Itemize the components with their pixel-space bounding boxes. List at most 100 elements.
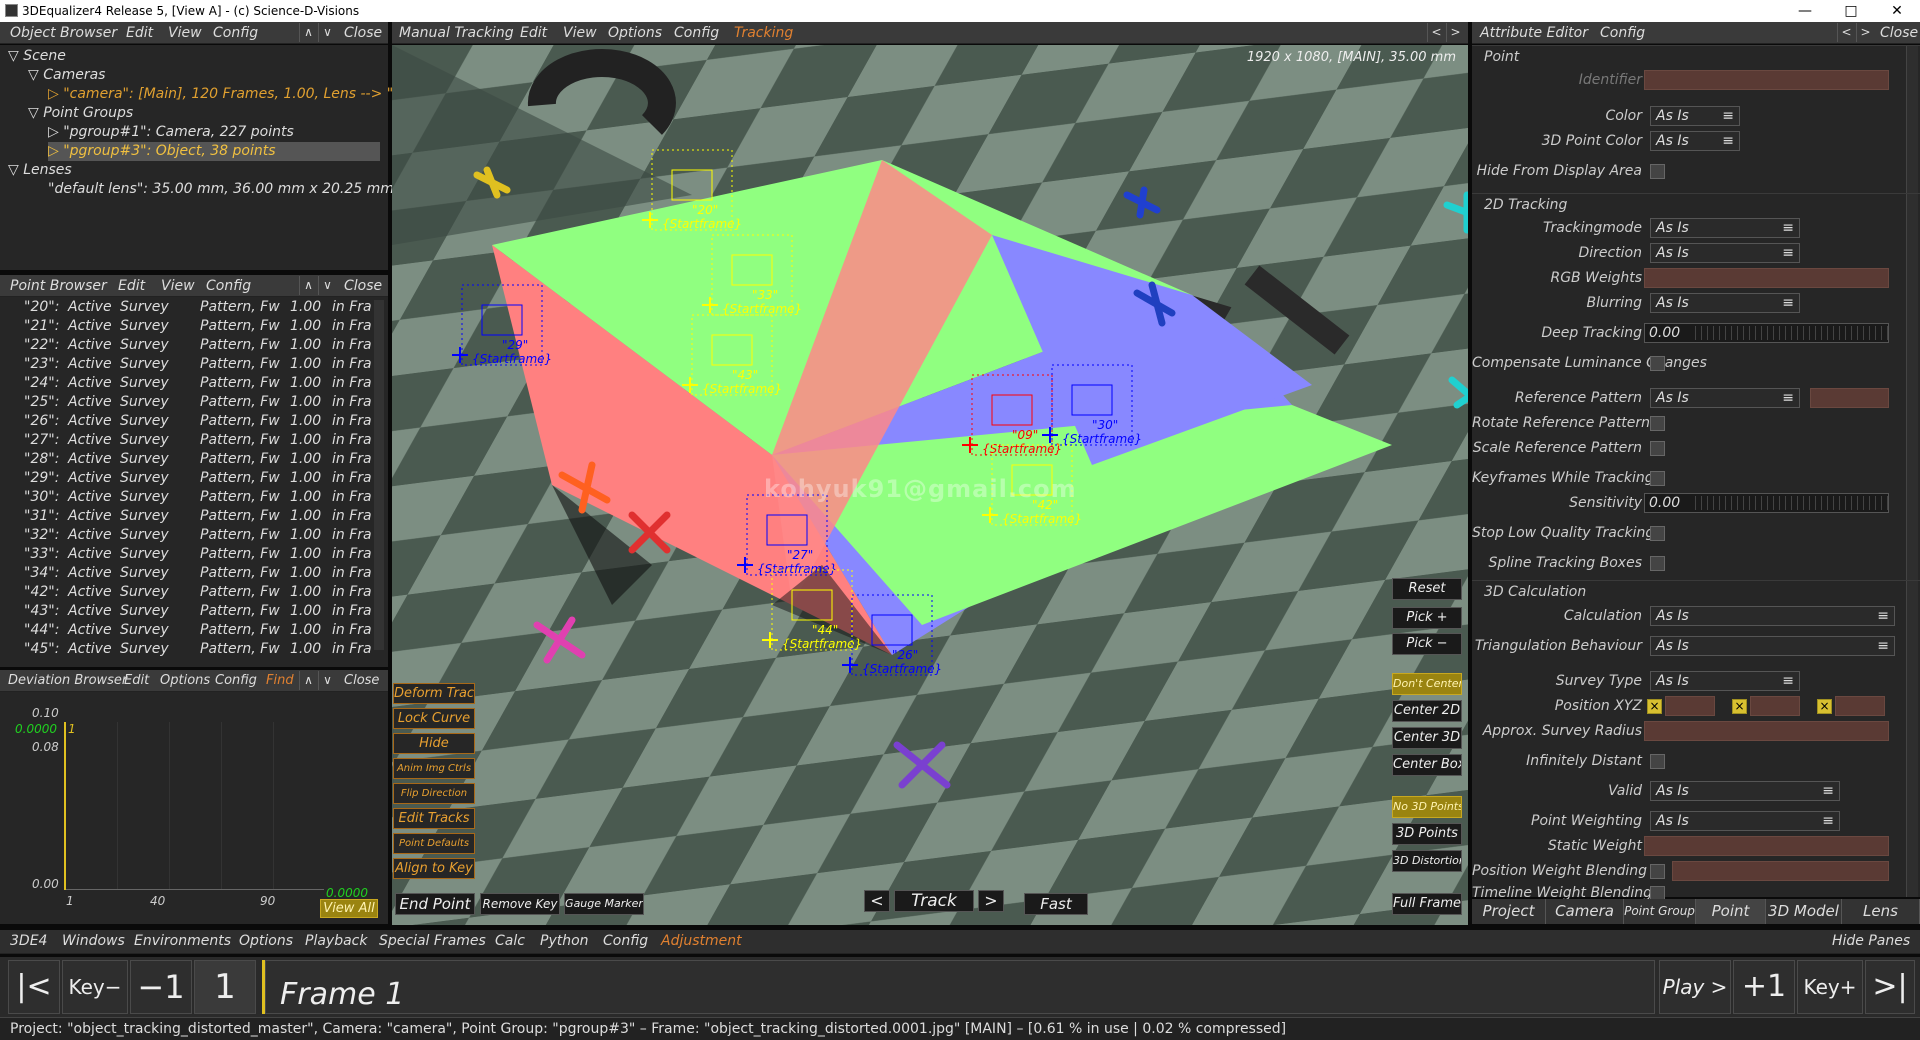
triangulation-dropdown[interactable]: As Is ≡ xyxy=(1650,636,1895,656)
tool-button-edit-tracks[interactable]: Edit Tracks xyxy=(393,808,475,829)
main-menu-playback[interactable]: Playback xyxy=(305,933,367,949)
minimize-button[interactable]: — xyxy=(1782,0,1828,22)
main-menu-options[interactable]: Options xyxy=(239,933,293,949)
ae-close-button[interactable]: Close xyxy=(1880,25,1918,41)
plus-one-button[interactable]: +1 xyxy=(1733,960,1795,1014)
track-button[interactable]: Track xyxy=(894,890,974,912)
position-xyz-lock-0[interactable]: × xyxy=(1647,699,1662,714)
identifier-field[interactable] xyxy=(1644,70,1889,90)
position-weight-blending-checkbox[interactable] xyxy=(1650,864,1665,879)
hide-from-display-checkbox[interactable] xyxy=(1650,164,1665,179)
chevron-up-icon[interactable]: ∧ xyxy=(299,671,317,690)
mt-tracking-menu[interactable]: Tracking xyxy=(734,25,793,41)
reset-button[interactable]: Reset xyxy=(1392,578,1462,600)
mt-edit-menu[interactable]: Edit xyxy=(520,25,547,41)
reference-pattern-swatch[interactable] xyxy=(1810,388,1889,408)
center-3d-button[interactable]: Center 3D xyxy=(1392,727,1462,749)
point-browser-config-menu[interactable]: Config xyxy=(206,278,251,294)
point-browser-edit-menu[interactable]: Edit xyxy=(118,278,145,294)
rotate-reference-checkbox[interactable] xyxy=(1650,416,1665,431)
point-row[interactable]: "24": Active Survey Pattern, Fw 1.00 in Fra xyxy=(0,374,380,393)
keyframes-checkbox[interactable] xyxy=(1650,471,1665,486)
main-menu-python[interactable]: Python xyxy=(540,933,589,949)
point-row[interactable]: "21": Active Survey Pattern, Fw 1.00 in Fra xyxy=(0,317,380,336)
point-row[interactable]: "33": Active Survey Pattern, Fw 1.00 in Fra xyxy=(0,545,380,564)
track-forward-button[interactable]: > xyxy=(978,890,1004,912)
point-row[interactable]: "26": Active Survey Pattern, Fw 1.00 in Fra xyxy=(0,412,380,431)
point-browser-view-menu[interactable]: View xyxy=(161,278,195,294)
deep-tracking-slider[interactable]: 0.00 xyxy=(1644,323,1889,343)
chevron-left-icon[interactable]: < xyxy=(1427,23,1445,42)
point-row[interactable]: "45": Active Survey Pattern, Fw 1.00 in Fra xyxy=(0,640,380,659)
main-menu-calc[interactable]: Calc xyxy=(495,933,525,949)
object-browser-edit-menu[interactable]: Edit xyxy=(126,25,153,41)
point-browser-scrollbar[interactable] xyxy=(374,300,384,650)
main-menu-special-frames[interactable]: Special Frames xyxy=(379,933,486,949)
track-marker[interactable]: "20"{Startframe} xyxy=(642,149,742,231)
tree-node[interactable]: ▽ Point Groups xyxy=(28,104,133,123)
tree-node[interactable]: "default lens": 35.00 mm, 36.00 mm x 20.… xyxy=(48,180,429,199)
track-marker[interactable]: "30"{Startframe} xyxy=(1042,364,1142,446)
point-row[interactable]: "29": Active Survey Pattern, Fw 1.00 in Fra xyxy=(0,469,380,488)
tree-node[interactable]: ▽ Lenses xyxy=(8,161,72,180)
minus-one-button[interactable]: −1 xyxy=(130,960,192,1014)
track-marker[interactable]: "44"{Startframe} xyxy=(762,569,862,651)
position-weight-field[interactable] xyxy=(1672,861,1889,881)
main-menu-config[interactable]: Config xyxy=(603,933,648,949)
main-menu-3de4[interactable]: 3DE4 xyxy=(10,933,47,949)
tree-node[interactable]: ▷ "camera": [Main], 120 Frames, 1.00, Le… xyxy=(48,85,424,104)
3d-point-color-dropdown[interactable]: As Is ≡ xyxy=(1650,131,1740,151)
direction-dropdown[interactable]: As Is ≡ xyxy=(1650,243,1800,263)
mt-view-menu[interactable]: View xyxy=(563,25,597,41)
center-2d-button[interactable]: Center 2D xyxy=(1392,700,1462,722)
chevron-up-icon[interactable]: ∧ xyxy=(299,23,317,42)
tab-point[interactable]: Point xyxy=(1696,899,1766,924)
infinitely-distant-checkbox[interactable] xyxy=(1650,754,1665,769)
point-row[interactable]: "31": Active Survey Pattern, Fw 1.00 in Fra xyxy=(0,507,380,526)
compensate-luminance-checkbox[interactable] xyxy=(1650,356,1665,371)
tab-point-group[interactable]: Point Group xyxy=(1624,899,1696,924)
point-row[interactable]: "44": Active Survey Pattern, Fw 1.00 in Fra xyxy=(0,621,380,640)
chevron-down-icon[interactable]: ∨ xyxy=(318,276,336,295)
track-marker[interactable]: "27"{Startframe} xyxy=(737,494,837,576)
chevron-up-icon[interactable]: ∧ xyxy=(299,276,317,295)
valid-dropdown[interactable]: As Is ≡ xyxy=(1650,781,1840,801)
blurring-dropdown[interactable]: As Is ≡ xyxy=(1650,293,1800,313)
survey-radius-field[interactable] xyxy=(1644,721,1889,741)
object-browser-view-menu[interactable]: View xyxy=(168,25,202,41)
tool-button-lock-curve[interactable]: Lock Curve xyxy=(393,708,475,729)
sensitivity-slider[interactable]: 0.00 xyxy=(1644,493,1889,513)
view-all-button[interactable]: View All xyxy=(320,899,378,918)
chevron-down-icon[interactable]: ∨ xyxy=(318,23,336,42)
mt-options-menu[interactable]: Options xyxy=(608,25,662,41)
point-row[interactable]: "22": Active Survey Pattern, Fw 1.00 in Fra xyxy=(0,336,380,355)
tool-button-hide[interactable]: Hide xyxy=(393,733,475,754)
tool-button-flip-direction[interactable]: Flip Direction xyxy=(393,783,475,804)
end-point-button[interactable]: End Point xyxy=(395,893,475,915)
tool-button-deform-track[interactable]: Deform Track xyxy=(393,683,475,704)
track-marker[interactable]: "29"{Startframe} xyxy=(452,284,552,366)
frame-slider[interactable]: Frame 1 xyxy=(265,960,1655,1014)
position-xyz-field-1[interactable] xyxy=(1750,696,1800,716)
tool-button-point-defaults[interactable]: Point Defaults xyxy=(393,833,475,854)
3d-distortion-button[interactable]: 3D Distortion xyxy=(1392,850,1462,872)
tree-node[interactable]: ▷ "pgroup#3": Object, 38 points xyxy=(48,142,380,161)
position-xyz-lock-2[interactable]: × xyxy=(1817,699,1832,714)
tree-node[interactable]: ▽ Scene xyxy=(8,47,66,66)
play-button[interactable]: Play > xyxy=(1659,960,1731,1014)
pick-minus-button[interactable]: Pick − xyxy=(1392,633,1462,655)
deviation-edit-menu[interactable]: Edit xyxy=(124,673,149,688)
object-browser-close-button[interactable]: Close xyxy=(344,25,382,41)
tree-node[interactable]: ▽ Cameras xyxy=(28,66,105,85)
calculation-dropdown[interactable]: As Is ≡ xyxy=(1650,606,1895,626)
next-key-button[interactable]: Key+ xyxy=(1797,960,1863,1014)
remove-key-button[interactable]: Remove Key xyxy=(480,893,560,915)
fast-button[interactable]: Fast xyxy=(1024,893,1088,915)
point-row[interactable]: "32": Active Survey Pattern, Fw 1.00 in Fra xyxy=(0,526,380,545)
spline-tracking-boxes-checkbox[interactable] xyxy=(1650,556,1665,571)
position-xyz-field-2[interactable] xyxy=(1835,696,1885,716)
chevron-right-icon[interactable]: > xyxy=(1446,23,1464,42)
position-xyz-field-0[interactable] xyxy=(1665,696,1715,716)
maximize-button[interactable]: □ xyxy=(1828,0,1874,22)
track-marker[interactable]: "09"{Startframe} xyxy=(962,374,1062,456)
